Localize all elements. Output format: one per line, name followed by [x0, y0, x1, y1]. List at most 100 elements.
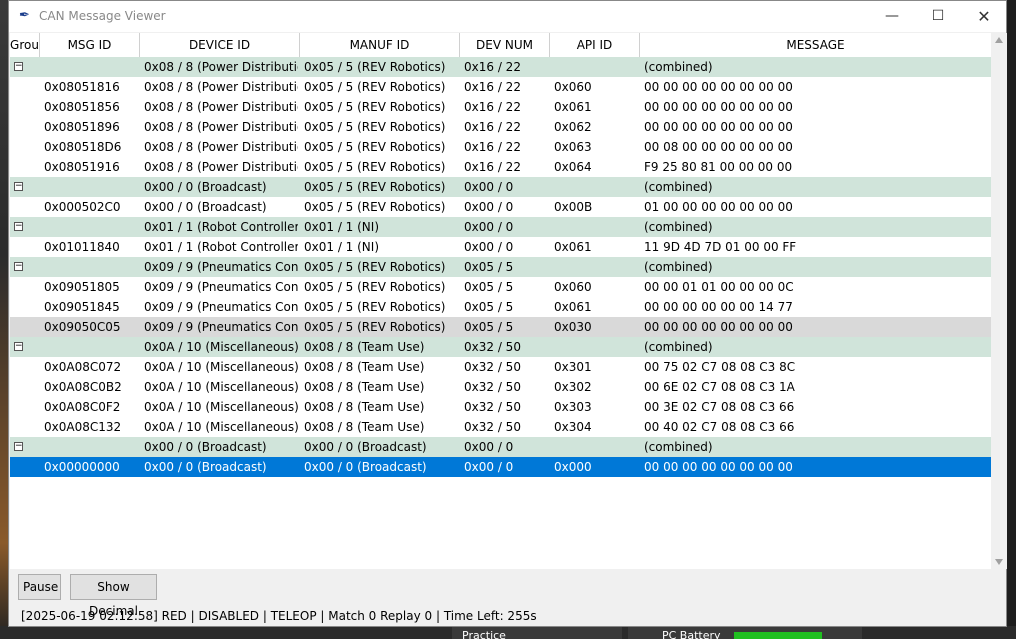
api-id-cell: [554, 57, 638, 77]
header-col-api-id[interactable]: API ID: [550, 33, 640, 57]
api-id-cell: [554, 437, 638, 457]
table-row[interactable]: 0x0A08C0B2 0x0A / 10 (Miscellaneous) 0x08 …: [10, 377, 991, 397]
group-row[interactable]: − 0x00 / 0 (Broadcast) 0x05 / 5 (REV Robot…: [10, 177, 991, 197]
minimize-button[interactable]: —: [869, 1, 915, 32]
group-row[interactable]: − 0x09 / 9 (Pneumatics Control 0x05 / 5 (R…: [10, 257, 991, 277]
api-id-cell: 0x061: [554, 300, 592, 314]
message-tree-table[interactable]: Grou MSG ID DEVICE ID MANUF ID DEV NUM API ID…: [10, 33, 991, 569]
msg-id-cell: 0x0A08C132: [44, 420, 122, 434]
api-id-cell: 0x00B: [554, 200, 593, 214]
table-row[interactable]: 0x09051805 0x09 / 9 (Pneumatics Control 0x…: [10, 277, 991, 297]
taskbar-battery-label: PC Battery: [662, 629, 721, 639]
collapse-toggle-icon[interactable]: −: [14, 262, 23, 271]
group-row[interactable]: − 0x08 / 8 (Power Distribution M 0x05 / 5 …: [10, 57, 991, 77]
device-id-cell: 0x0A / 10 (Miscellaneous): [144, 400, 298, 414]
group-row[interactable]: − 0x00 / 0 (Broadcast) 0x00 / 0 (Broadcast…: [10, 437, 991, 457]
table-row[interactable]: 0x0A08C132 0x0A / 10 (Miscellaneous) 0x08 …: [10, 417, 991, 437]
feather-icon: ✒: [19, 8, 30, 23]
title-bar[interactable]: ✒ CAN Message Viewer — ☐ ✕: [9, 1, 1006, 32]
message-cell: (combined): [644, 60, 713, 74]
msg-id-cell: 0x08051856: [44, 100, 120, 114]
taskbar-battery-item[interactable]: PC Battery: [628, 626, 862, 639]
msg-id-cell: 0x09051845: [44, 300, 120, 314]
close-button[interactable]: ✕: [961, 1, 1007, 32]
dev-num-cell: 0x16 / 22: [464, 160, 521, 174]
api-id-cell: [554, 257, 638, 277]
message-cell: 00 00 00 00 00 00 00 00: [644, 120, 793, 134]
dev-num-cell: 0x05 / 5: [464, 280, 514, 294]
table-row[interactable]: 0x08051916 0x08 / 8 (Power Distribution M…: [10, 157, 991, 177]
table-row[interactable]: 0x0A08C072 0x0A / 10 (Miscellaneous) 0x08 …: [10, 357, 991, 377]
collapse-toggle-icon[interactable]: −: [14, 222, 23, 231]
manuf-id-cell: 0x05 / 5 (REV Robotics): [304, 100, 446, 114]
table-row[interactable]: 0x00000000 0x00 / 0 (Broadcast) 0x00 / 0 (…: [10, 457, 991, 477]
api-id-cell: 0x064: [554, 160, 592, 174]
message-cell: (combined): [644, 180, 713, 194]
header-col-message[interactable]: MESSAGE: [640, 33, 991, 57]
manuf-id-cell: 0x05 / 5 (REV Robotics): [304, 280, 446, 294]
message-cell: 00 00 00 00 00 00 14 77: [644, 300, 793, 314]
device-id-cell: 0x00 / 0 (Broadcast): [144, 200, 267, 214]
manuf-id-cell: 0x08 / 8 (Team Use): [304, 400, 425, 414]
message-cell: (combined): [644, 340, 713, 354]
taskbar-practice-item[interactable]: Practice: [452, 626, 622, 639]
manuf-id-cell: 0x00 / 0 (Broadcast): [304, 440, 427, 454]
msg-id-cell: 0x09051805: [44, 280, 120, 294]
manuf-id-cell: 0x00 / 0 (Broadcast): [304, 460, 427, 474]
vertical-scrollbar[interactable]: [992, 33, 1007, 569]
header-col-dev-num[interactable]: DEV NUM: [460, 33, 550, 57]
collapse-toggle-icon[interactable]: −: [14, 442, 23, 451]
device-id-cell: 0x08 / 8 (Power Distribution M: [144, 80, 298, 94]
message-cell: 00 08 00 00 00 00 00 00: [644, 140, 793, 154]
device-id-cell: 0x08 / 8 (Power Distribution M: [144, 60, 298, 74]
group-row[interactable]: − 0x0A / 10 (Miscellaneous) 0x08 / 8 (Team…: [10, 337, 991, 357]
show-decimal-button[interactable]: Show Decimal: [70, 574, 157, 618]
message-cell: 00 6E 02 C7 08 08 C3 1A: [644, 380, 795, 394]
table-row[interactable]: 0x08051896 0x08 / 8 (Power Distribution M…: [10, 117, 991, 137]
api-id-cell: [554, 217, 638, 237]
message-cell: 11 9D 4D 7D 01 00 00 FF: [644, 240, 797, 254]
device-id-cell: 0x09 / 9 (Pneumatics Control: [144, 300, 298, 314]
manuf-id-cell: 0x05 / 5 (REV Robotics): [304, 320, 446, 334]
table-row[interactable]: 0x08051816 0x08 / 8 (Power Distribution M…: [10, 77, 991, 97]
message-cell: 00 00 00 00 00 00 00 00: [644, 100, 793, 114]
table-row[interactable]: 0x080518D6 0x08 / 8 (Power Distribution M…: [10, 137, 991, 157]
collapse-toggle-icon[interactable]: −: [14, 62, 23, 71]
table-row[interactable]: 0x0A08C0F2 0x0A / 10 (Miscellaneous) 0x08 …: [10, 397, 991, 417]
window-title: CAN Message Viewer: [39, 9, 166, 23]
table-row[interactable]: 0x000502C0 0x00 / 0 (Broadcast) 0x05 / 5 (…: [10, 197, 991, 217]
group-row[interactable]: − 0x01 / 1 (Robot Controller) 0x01 / 1 (NI…: [10, 217, 991, 237]
header-col-msg-id[interactable]: MSG ID: [40, 33, 140, 57]
table-row[interactable]: 0x08051856 0x08 / 8 (Power Distribution M…: [10, 97, 991, 117]
pause-button[interactable]: Pause: [18, 574, 61, 600]
header-col-device-id[interactable]: DEVICE ID: [140, 33, 300, 57]
table-row[interactable]: 0x09051845 0x09 / 9 (Pneumatics Control 0x…: [10, 297, 991, 317]
api-id-cell: 0x061: [554, 240, 592, 254]
table-row[interactable]: 0x01011840 0x01 / 1 (Robot Controller) 0x0…: [10, 237, 991, 257]
message-cell: (combined): [644, 220, 713, 234]
device-id-cell: 0x00 / 0 (Broadcast): [144, 440, 267, 454]
maximize-button[interactable]: ☐: [915, 1, 961, 32]
table-row[interactable]: 0x09050C05 0x09 / 9 (Pneumatics Control 0x…: [10, 317, 991, 337]
dev-num-cell: 0x16 / 22: [464, 80, 521, 94]
device-id-cell: 0x09 / 9 (Pneumatics Control: [144, 320, 298, 334]
msg-id-cell: [44, 177, 138, 197]
collapse-toggle-icon[interactable]: −: [14, 182, 23, 191]
manuf-id-cell: 0x05 / 5 (REV Robotics): [304, 200, 446, 214]
collapse-toggle-icon[interactable]: −: [14, 342, 23, 351]
header-col-group[interactable]: Grou: [10, 33, 40, 57]
dev-num-cell: 0x16 / 22: [464, 60, 521, 74]
header-col-manuf-id[interactable]: MANUF ID: [300, 33, 460, 57]
message-cell: 00 00 00 00 00 00 00 00: [644, 80, 793, 94]
dev-num-cell: 0x05 / 5: [464, 300, 514, 314]
manuf-id-cell: 0x01 / 1 (NI): [304, 220, 380, 234]
msg-id-cell: 0x0A08C0B2: [44, 380, 122, 394]
scroll-down-icon[interactable]: [995, 559, 1003, 565]
scroll-up-icon[interactable]: [995, 37, 1003, 43]
msg-id-cell: [44, 337, 138, 357]
device-id-cell: 0x01 / 1 (Robot Controller): [144, 220, 298, 234]
manuf-id-cell: 0x05 / 5 (REV Robotics): [304, 300, 446, 314]
dev-num-cell: 0x16 / 22: [464, 140, 521, 154]
dev-num-cell: 0x05 / 5: [464, 320, 514, 334]
dev-num-cell: 0x32 / 50: [464, 380, 521, 394]
